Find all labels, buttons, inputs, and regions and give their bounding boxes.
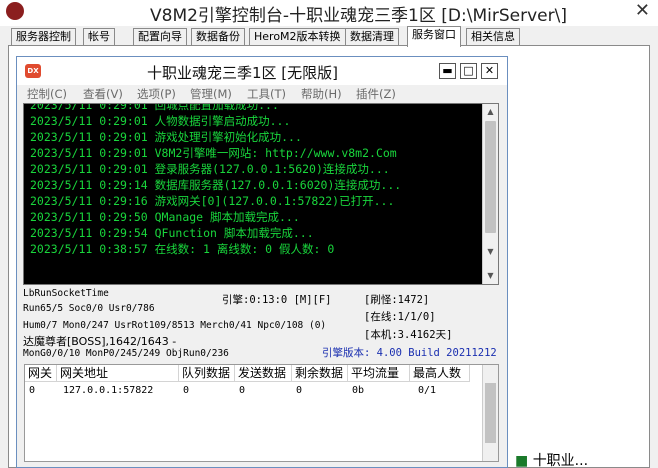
- cell-gateway-address: 127.0.0.1:57822: [63, 385, 154, 396]
- log-lines: 2023/5/11 0:29:01 回城点配置加载成功... 2023/5/11…: [30, 103, 485, 257]
- table-row[interactable]: 0 127.0.0.1:57822 0 0 0 0b 0/1: [25, 383, 485, 399]
- outer-title-bar: V8M2引擎控制台-十职业魂宠三季1区 [D:\MirServer\] ✕: [0, 0, 658, 26]
- outer-window-title: V8M2引擎控制台-十职业魂宠三季1区 [D:\MirServer\]: [150, 6, 567, 26]
- hum-stats: Hum0/7 Mon0/247 UsrRot109/8513 Merch0/41…: [23, 320, 327, 331]
- service-window: DX 十职业魂宠三季1区 [无限版] ▬ □ ✕ 控制(C) 查看(V) 选项(…: [16, 56, 508, 468]
- cell-max-users: 0/1: [418, 385, 437, 396]
- table-scroll-thumb[interactable]: [485, 383, 496, 443]
- cell-avg-traffic: 0b: [352, 385, 365, 396]
- log-line: 2023/5/11 0:29:01 登录服务器(127.0.0.1:5620)连…: [30, 162, 390, 176]
- app-logo-icon: [6, 2, 24, 20]
- tab-related-info[interactable]: 相关信息: [466, 28, 520, 46]
- taskbar-item-label: 十职业...: [532, 453, 589, 468]
- tab-data-backup[interactable]: 数据备份: [191, 28, 245, 46]
- engine-time: 引擎:0:13:0 [M][F]: [222, 294, 332, 306]
- scroll-down-icon[interactable]: ▼: [483, 268, 498, 284]
- tab-config-wizard[interactable]: 配置向导: [133, 28, 187, 46]
- log-line: 2023/5/11 0:29:01 人物数据引擎启动成功...: [30, 114, 291, 128]
- log-line: 2023/5/11 0:38:57 在线数: 1 离线数: 0 假人数: 0: [30, 242, 335, 256]
- col-avg-traffic[interactable]: 平均流量: [348, 365, 410, 382]
- log-console[interactable]: 2023/5/11 0:29:01 回城点配置加载成功... 2023/5/11…: [23, 103, 499, 285]
- log-line: 2023/5/11 0:29:01 V8M2引擎唯一网站: http://www…: [30, 146, 397, 160]
- cell-send-data: 0: [239, 385, 246, 396]
- gateway-table: 网关 网关地址 队列数据 发送数据 剩余数据 平均流量 最高人数 0 127.0…: [24, 364, 499, 462]
- tab-herom2-convert[interactable]: HeroM2版本转换: [249, 28, 346, 46]
- tab-data-cleanup[interactable]: 数据清理: [345, 28, 399, 46]
- inner-title-bar: DX 十职业魂宠三季1区 [无限版] ▬ □ ✕: [17, 57, 507, 85]
- outer-close-icon[interactable]: ✕: [635, 0, 650, 21]
- maximize-icon[interactable]: □: [460, 63, 477, 79]
- taskbar-item[interactable]: ■ 十职业...: [515, 450, 588, 468]
- log-line: 2023/5/11 0:29:50 QManage 脚本加载完成...: [30, 210, 300, 224]
- close-icon[interactable]: ✕: [481, 63, 498, 79]
- refresh-count: [刷怪:1472]: [364, 294, 430, 306]
- tab-account[interactable]: 帐号: [83, 28, 115, 46]
- taskbar-app-icon: ■: [515, 453, 529, 468]
- console-scroll-thumb[interactable]: [485, 121, 496, 233]
- tab-server-control[interactable]: 服务器控制: [11, 28, 76, 46]
- main-tabbar: 服务器控制 帐号 配置向导 数据备份 HeroM2版本转换 数据清理 服务窗口 …: [8, 26, 658, 47]
- online-count: [在线:1/1/0]: [364, 311, 436, 323]
- cell-gateway: 0: [29, 385, 36, 396]
- cell-queue-data: 0: [183, 385, 190, 396]
- col-gateway-address[interactable]: 网关地址: [57, 365, 179, 382]
- log-line: 2023/5/11 0:29:01 回城点配置加载成功...: [30, 103, 279, 112]
- log-line: 2023/5/11 0:29:54 QFunction 脚本加载完成...: [30, 226, 314, 240]
- log-line: 2023/5/11 0:29:16 游戏网关[0](127.0.0.1:5782…: [30, 194, 395, 208]
- menu-control[interactable]: 控制(C): [27, 86, 67, 102]
- col-max-users[interactable]: 最高人数: [410, 365, 470, 382]
- log-line: 2023/5/11 0:29:01 游戏处理引擎初始化成功...: [30, 130, 302, 144]
- scroll-up-icon[interactable]: ▲: [483, 104, 498, 120]
- menu-tools[interactable]: 工具(T): [247, 86, 286, 102]
- table-header: 网关 网关地址 队列数据 发送数据 剩余数据 平均流量 最高人数: [25, 365, 485, 382]
- menu-options[interactable]: 选项(P): [137, 86, 176, 102]
- local-uptime: [本机:3.4162天]: [364, 329, 453, 341]
- minimize-icon[interactable]: ▬: [439, 63, 456, 79]
- col-queue-data[interactable]: 队列数据: [179, 365, 235, 382]
- boss-info: 达魔尊者[BOSS],1642/1643 -: [23, 335, 177, 348]
- table-scrollbar[interactable]: [482, 365, 498, 461]
- col-remaining-data[interactable]: 剩余数据: [292, 365, 348, 382]
- dx-app-icon: DX: [25, 64, 41, 78]
- mon-stats: MonG0/0/10 MonP0/245/249 ObjRun0/236: [23, 348, 229, 359]
- menu-view[interactable]: 查看(V): [83, 86, 123, 102]
- menu-plugins[interactable]: 插件(Z): [356, 86, 396, 102]
- engine-version: 引擎版本: 4.00 Build 20211212: [322, 347, 497, 359]
- tab-service-window[interactable]: 服务窗口: [407, 26, 461, 47]
- scroll-down-icon[interactable]: ▼: [483, 244, 498, 260]
- run-stats: Run65/5 Soc0/0 Usr0/786: [23, 303, 155, 314]
- cell-remaining-data: 0: [296, 385, 303, 396]
- run-socket-time: LbRunSocketTime: [23, 288, 109, 299]
- col-gateway[interactable]: 网关: [25, 365, 57, 382]
- log-line: 2023/5/11 0:29:14 数据库服务器(127.0.0.1:6020)…: [30, 178, 402, 192]
- menu-manage[interactable]: 管理(M): [190, 86, 232, 102]
- inner-window-title: 十职业魂宠三季1区 [无限版]: [147, 64, 339, 82]
- menu-help[interactable]: 帮助(H): [301, 86, 342, 102]
- col-send-data[interactable]: 发送数据: [235, 365, 292, 382]
- console-scrollbar[interactable]: ▲ ▼ ▼: [482, 104, 498, 284]
